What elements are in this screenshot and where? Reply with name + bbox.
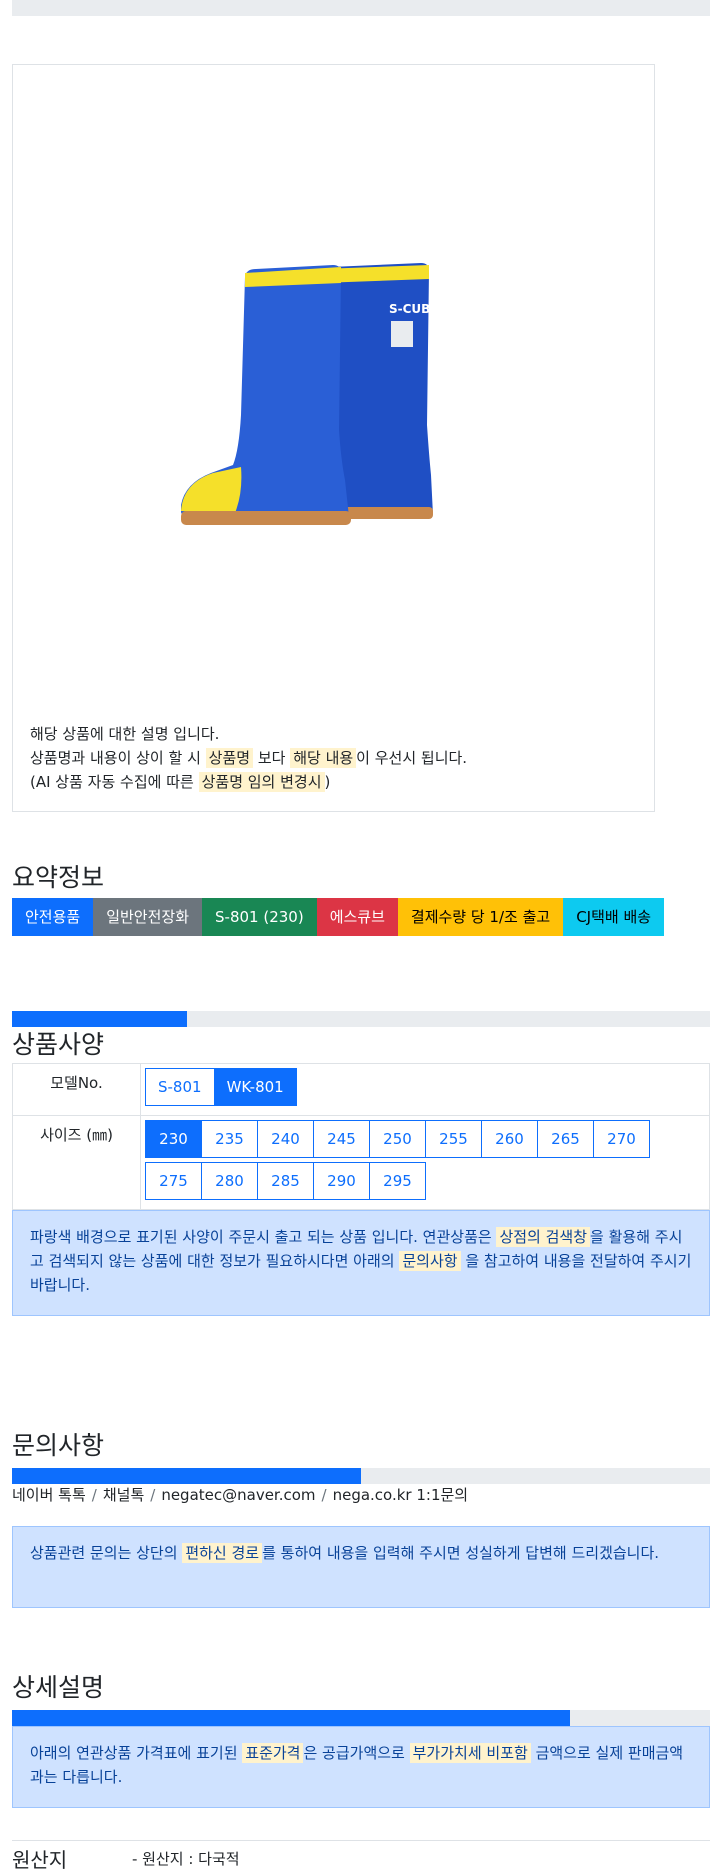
size-option[interactable]: 230 — [145, 1120, 202, 1158]
spec-row-model: 모델No. S-801 WK-801 — [12, 1063, 710, 1116]
size-options: 230 235 240 245 250 255 260 265 270 275 … — [145, 1120, 705, 1204]
inquiry-title: 문의사항 — [12, 1431, 105, 1460]
tag-category[interactable]: 안전용품 — [12, 898, 94, 936]
origin-value: - 원산지 : 다국적 — [132, 1850, 240, 1868]
inquiry-progress — [12, 1468, 710, 1484]
size-option[interactable]: 285 — [257, 1162, 314, 1200]
highlight-standard-price: 표준가격 — [242, 1743, 304, 1763]
detail-title: 상세설명 — [12, 1673, 105, 1702]
spec-table: 모델No. S-801 WK-801 사이즈 (㎜) 230 235 240 2… — [12, 1063, 710, 1210]
origin-divider — [12, 1840, 710, 1841]
product-card: S-CUBE 해당 상품에 대한 설명 입니다. 상품명과 내용이 상이 할 시… — [12, 64, 655, 812]
highlight-content: 해당 내용 — [290, 748, 357, 768]
product-image[interactable]: S-CUBE — [181, 255, 501, 555]
specs-notice: 파랑색 배경으로 표기된 사양이 주문시 출고 되는 상품 입니다. 연관상품은… — [12, 1210, 710, 1316]
highlight-channel: 편하신 경로 — [182, 1543, 263, 1563]
contact-channels: 네이버 톡톡 / 채널톡 / negatec@naver.com / nega.co.kr … — [12, 1486, 469, 1504]
size-label: 사이즈 (㎜) — [12, 1115, 141, 1210]
size-option[interactable]: 280 — [201, 1162, 258, 1200]
contact-naver-talk[interactable]: 네이버 톡톡 — [12, 1486, 86, 1504]
description-line-2: 상품명과 내용이 상이 할 시 상품명 보다 해당 내용 이 우선시 됩니다. — [30, 748, 468, 768]
boot-front — [181, 265, 351, 525]
tag-model[interactable]: S-801 (230) — [202, 898, 317, 936]
highlight-vat: 부가가치세 비포함 — [409, 1743, 531, 1763]
tag-quantity[interactable]: 결제수량 당 1/조 출고 — [397, 898, 564, 936]
size-option[interactable]: 245 — [313, 1120, 370, 1158]
tag-subcategory[interactable]: 일반안전장화 — [93, 898, 203, 936]
detail-notice: 아래의 연관상품 가격표에 표기된 표준가격 은 공급가액으로 부가가치세 비포함… — [12, 1726, 710, 1808]
size-option[interactable]: 260 — [481, 1120, 538, 1158]
product-description: 해당 상품에 대한 설명 입니다. 상품명과 내용이 상이 할 시 상품명 보다… — [30, 722, 467, 794]
size-option[interactable]: 250 — [369, 1120, 426, 1158]
size-option[interactable]: 255 — [425, 1120, 482, 1158]
tag-brand[interactable]: 에스큐브 — [316, 898, 398, 936]
model-options: S-801 WK-801 — [145, 1068, 705, 1106]
highlight-product-name: 상품명 — [205, 748, 254, 768]
highlight-inquiry: 문의사항 — [399, 1251, 461, 1271]
description-line-1: 해당 상품에 대한 설명 입니다. — [30, 725, 220, 743]
model-option-wk801[interactable]: WK-801 — [213, 1068, 297, 1106]
tag-shipping[interactable]: CJ택배 배송 — [563, 898, 665, 936]
contact-email[interactable]: negatec@naver.com — [161, 1486, 315, 1504]
spec-row-size: 사이즈 (㎜) 230 235 240 245 250 255 260 265 … — [12, 1115, 710, 1210]
size-option[interactable]: 235 — [201, 1120, 258, 1158]
highlight-search: 상점의 검색창 — [496, 1227, 591, 1247]
description-line-3: (AI 상품 자동 수집에 따른 상품명 임의 변경시) — [30, 772, 331, 792]
size-option[interactable]: 270 — [593, 1120, 650, 1158]
size-option[interactable]: 295 — [369, 1162, 426, 1200]
contact-channel-talk[interactable]: 채널톡 — [103, 1486, 144, 1504]
summary-title: 요약정보 — [12, 863, 105, 892]
top-divider — [12, 0, 710, 16]
inquiry-notice: 상품관련 문의는 상단의 편하신 경로 를 통하여 내용을 입력해 주시면 성실하… — [12, 1526, 710, 1608]
size-option[interactable]: 240 — [257, 1120, 314, 1158]
model-option-s801[interactable]: S-801 — [145, 1068, 215, 1106]
size-option[interactable]: 265 — [537, 1120, 594, 1158]
highlight-name-change: 상품명 임의 변경시 — [198, 772, 325, 792]
origin-label: 원산지 — [12, 1848, 68, 1872]
brand-text: S-CUBE — [389, 302, 439, 316]
detail-progress — [12, 1710, 710, 1726]
specs-progress — [12, 1011, 710, 1027]
contact-website[interactable]: nega.co.kr 1:1문의 — [333, 1486, 469, 1504]
size-option[interactable]: 290 — [313, 1162, 370, 1200]
summary-tags: 안전용품 일반안전장화 S-801 (230) 에스큐브 결제수량 당 1/조 … — [12, 898, 665, 936]
size-option[interactable]: 275 — [145, 1162, 202, 1200]
model-label: 모델No. — [12, 1063, 141, 1116]
specs-title: 상품사양 — [12, 1030, 105, 1059]
